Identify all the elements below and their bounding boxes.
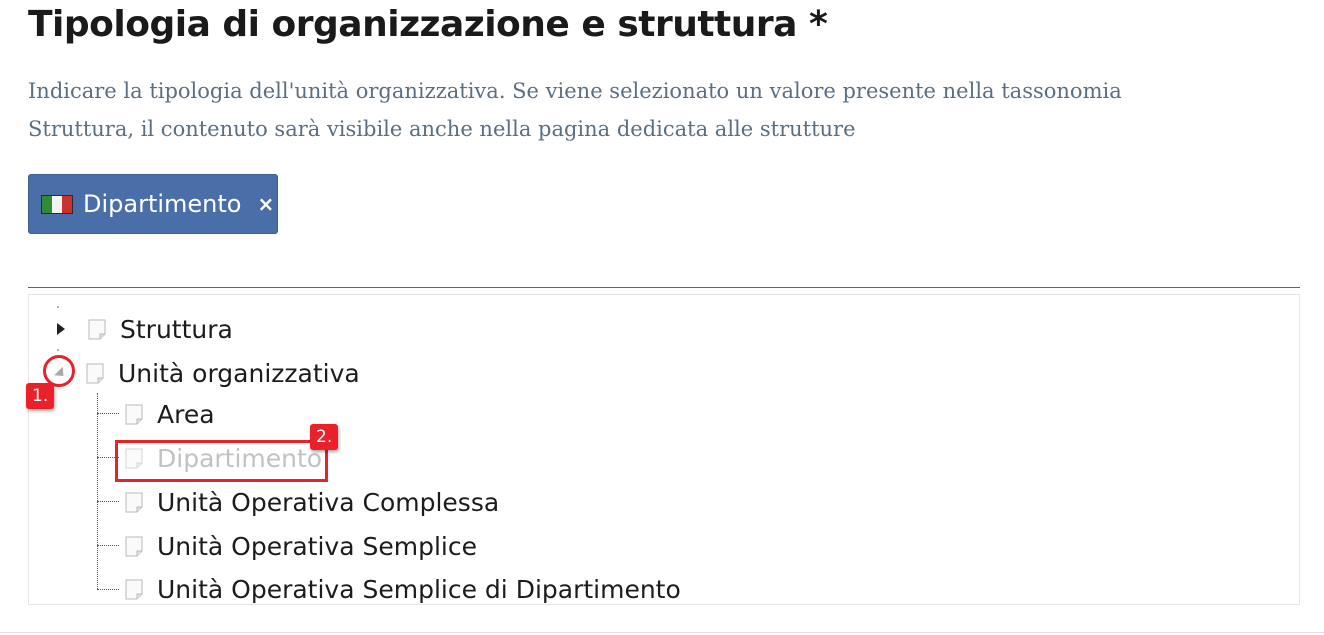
remove-tag-button[interactable]: × (257, 192, 274, 216)
italy-flag-icon (41, 194, 73, 214)
annotation-badge-1: 1. (26, 383, 55, 409)
description-line-1: Indicare la tipologia dell'unità organiz… (28, 79, 1122, 103)
tree-connector (97, 393, 98, 589)
tree-node-label[interactable]: Struttura (120, 315, 233, 344)
annotation-badge-2: 2. (310, 424, 339, 450)
tree-node-unita-operativa-semplice-di-dipartimento[interactable]: Unità Operativa Semplice di Dipartimento (125, 572, 681, 606)
tree-node-label[interactable]: Unità Operativa Semplice (157, 532, 477, 561)
bottom-divider (0, 632, 1324, 633)
expand-arrow-icon[interactable] (57, 323, 65, 335)
tree-dot (57, 349, 59, 351)
tree-node-label[interactable]: Unità Operativa Semplice di Dipartimento (157, 575, 681, 604)
tree-node-label[interactable]: Unità Operativa Complessa (157, 488, 499, 517)
annotation-highlight-box (115, 440, 328, 482)
description-line-2: Struttura, il contenuto sarà visibile an… (28, 117, 856, 141)
tree-node-struttura[interactable]: Struttura (57, 312, 233, 346)
divider (28, 287, 1300, 288)
field-description: Indicare la tipologia dell'unità organiz… (28, 72, 1228, 148)
tree-dot (57, 306, 59, 308)
field-title: Tipologia di organizzazione e struttura … (28, 4, 828, 45)
document-icon (125, 536, 143, 556)
tree-node-label[interactable]: Area (157, 400, 215, 429)
tree-node-unita-operativa-semplice[interactable]: Unità Operativa Semplice (125, 529, 477, 563)
document-icon (86, 363, 104, 383)
selected-tag-dipartimento[interactable]: Dipartimento × (28, 174, 278, 234)
tree-connector (97, 589, 119, 590)
tree-connector (97, 501, 119, 502)
tree-node-unita-operativa-complessa[interactable]: Unità Operativa Complessa (125, 485, 499, 519)
document-icon (125, 404, 143, 424)
tree-node-unita-organizzativa[interactable]: Unità organizzativa (54, 356, 360, 390)
tree-node-area[interactable]: Area (125, 397, 215, 431)
document-icon (88, 319, 106, 339)
tree-connector (97, 413, 119, 414)
document-icon (125, 579, 143, 599)
tree-node-label[interactable]: Unità organizzativa (118, 359, 360, 388)
selected-tag-label: Dipartimento (83, 190, 242, 218)
document-icon (125, 492, 143, 512)
tree-connector (97, 545, 119, 546)
